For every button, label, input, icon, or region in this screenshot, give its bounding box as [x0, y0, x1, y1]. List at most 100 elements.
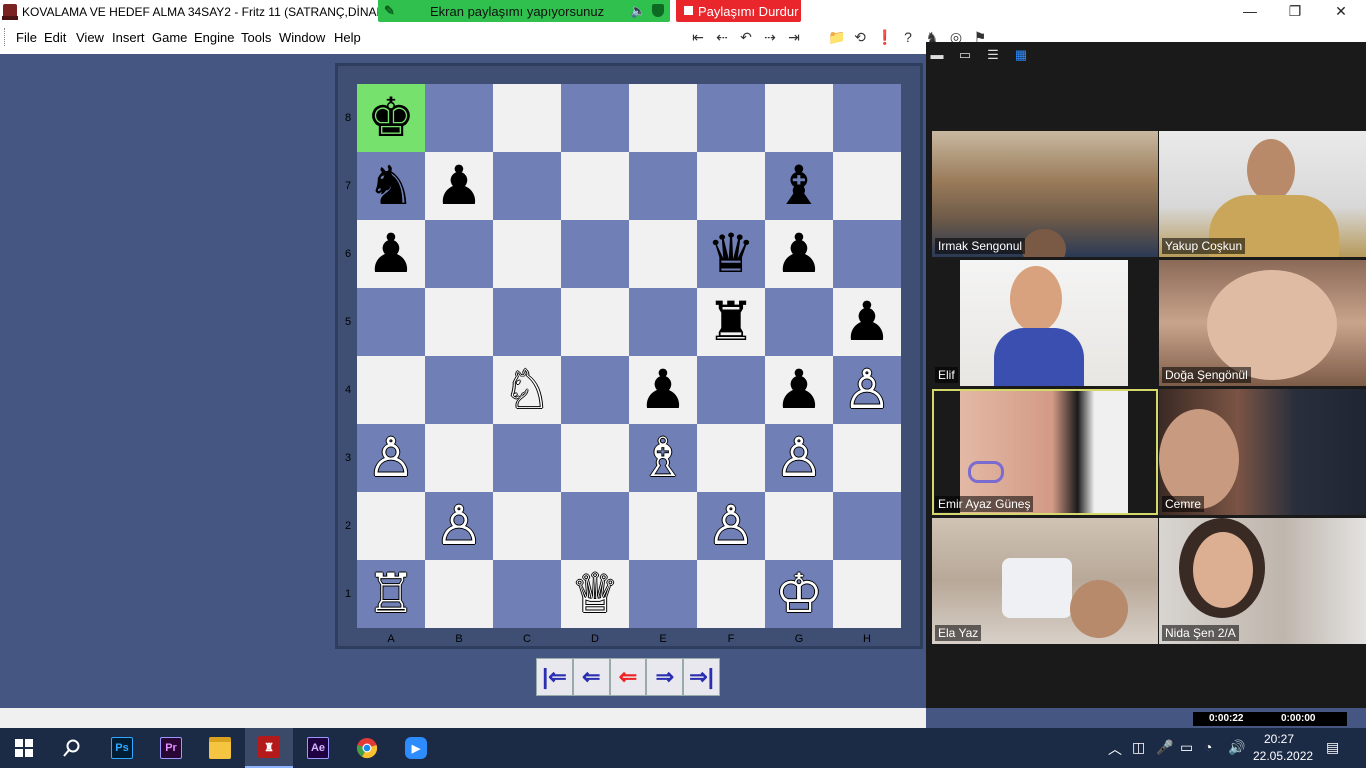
video-tile[interactable]: Elif: [932, 260, 1158, 386]
square-g2[interactable]: [765, 492, 833, 560]
square-e4[interactable]: ♟: [629, 356, 697, 424]
chess-piece[interactable]: ♚: [367, 91, 415, 145]
taskbar-chrome[interactable]: [343, 728, 391, 768]
go-start-button[interactable]: |⇐: [536, 658, 573, 696]
square-d6[interactable]: [561, 220, 629, 288]
taskbar-fritz[interactable]: ♜: [245, 728, 293, 768]
step-forward-button[interactable]: ⇒: [646, 658, 684, 696]
chess-piece[interactable]: ♘: [503, 363, 551, 417]
annotate-icon[interactable]: ✎: [384, 3, 396, 18]
square-h8[interactable]: [833, 84, 901, 152]
chess-piece[interactable]: ♙: [367, 431, 415, 485]
last-move-icon[interactable]: ⇥: [786, 29, 802, 45]
square-f6[interactable]: ♛: [697, 220, 765, 288]
back-icon[interactable]: ⇠: [714, 29, 730, 45]
square-f2[interactable]: ♙: [697, 492, 765, 560]
square-c7[interactable]: [493, 152, 561, 220]
minimize-button[interactable]: —: [1235, 2, 1265, 20]
square-e8[interactable]: [629, 84, 697, 152]
chess-piece[interactable]: ♛: [707, 227, 755, 281]
square-c6[interactable]: [493, 220, 561, 288]
square-d8[interactable]: [561, 84, 629, 152]
menu-game[interactable]: Game: [152, 30, 187, 45]
square-a7[interactable]: ♞: [357, 152, 425, 220]
close-button[interactable]: ✕: [1326, 2, 1356, 20]
video-tile[interactable]: Ela Yaz: [932, 518, 1158, 644]
chess-piece[interactable]: ♟: [775, 227, 823, 281]
square-c2[interactable]: [493, 492, 561, 560]
speaker-view-icon[interactable]: ▭: [958, 48, 972, 62]
chess-piece[interactable]: ♔: [775, 567, 823, 621]
video-tile[interactable]: Yakup Coşkun: [1159, 131, 1366, 257]
chess-piece[interactable]: ♝: [775, 159, 823, 213]
square-b5[interactable]: [425, 288, 493, 356]
menu-file[interactable]: File: [16, 30, 37, 45]
chess-piece[interactable]: ♗: [639, 431, 687, 485]
open-folder-icon[interactable]: 📁: [828, 29, 845, 45]
square-e7[interactable]: [629, 152, 697, 220]
taskbar-after-effects[interactable]: Ae: [294, 728, 342, 768]
video-tile-active-speaker[interactable]: Emir Ayaz Güneş: [932, 389, 1158, 515]
go-end-button[interactable]: ⇒|: [683, 658, 720, 696]
square-b4[interactable]: [425, 356, 493, 424]
taskbar-premiere[interactable]: Pr: [147, 728, 195, 768]
minimize-panel-icon[interactable]: ▬: [930, 48, 944, 62]
square-e5[interactable]: [629, 288, 697, 356]
start-button[interactable]: [0, 728, 48, 768]
alert-icon[interactable]: ❗: [876, 29, 893, 45]
maximize-button[interactable]: ❐: [1280, 2, 1310, 20]
square-e2[interactable]: [629, 492, 697, 560]
chess-piece[interactable]: ♜: [707, 295, 755, 349]
chess-piece[interactable]: ♙: [775, 431, 823, 485]
taskbar-photoshop[interactable]: Ps: [98, 728, 146, 768]
square-b1[interactable]: [425, 560, 493, 628]
square-g1[interactable]: ♔: [765, 560, 833, 628]
clock-date[interactable]: 22.05.2022: [1253, 749, 1313, 763]
square-b3[interactable]: [425, 424, 493, 492]
square-g6[interactable]: ♟: [765, 220, 833, 288]
security-shield-icon[interactable]: [652, 4, 664, 17]
square-d1[interactable]: ♕: [561, 560, 629, 628]
chess-piece[interactable]: ♟: [367, 227, 415, 281]
square-g4[interactable]: ♟: [765, 356, 833, 424]
square-e3[interactable]: ♗: [629, 424, 697, 492]
menu-tools[interactable]: Tools: [241, 30, 271, 45]
stop-share-button[interactable]: Paylaşımı Durdur: [676, 0, 801, 22]
menu-edit[interactable]: Edit: [44, 30, 66, 45]
square-f4[interactable]: [697, 356, 765, 424]
menu-view[interactable]: View: [76, 30, 104, 45]
square-b6[interactable]: [425, 220, 493, 288]
square-g3[interactable]: ♙: [765, 424, 833, 492]
notifications-icon[interactable]: ▤: [1326, 739, 1339, 756]
flip-board-icon[interactable]: ⟲: [852, 29, 868, 45]
taskbar-zoom[interactable]: ▶: [392, 728, 440, 768]
square-f7[interactable]: [697, 152, 765, 220]
tray-chevron-icon[interactable]: ︿: [1108, 739, 1122, 759]
help-question-icon[interactable]: ?: [900, 29, 916, 45]
chess-piece[interactable]: ♕: [571, 567, 619, 621]
chess-piece[interactable]: ♟: [843, 295, 891, 349]
square-d2[interactable]: [561, 492, 629, 560]
tray-wifi-icon[interactable]: ◔: [1204, 739, 1212, 755]
square-a2[interactable]: [357, 492, 425, 560]
square-d7[interactable]: [561, 152, 629, 220]
square-a6[interactable]: ♟: [357, 220, 425, 288]
tray-camera-icon[interactable]: ◫: [1132, 739, 1145, 756]
chess-piece[interactable]: ♙: [843, 363, 891, 417]
square-b8[interactable]: [425, 84, 493, 152]
menu-insert[interactable]: Insert: [112, 30, 145, 45]
square-c5[interactable]: [493, 288, 561, 356]
chess-piece[interactable]: ♙: [435, 499, 483, 553]
square-b2[interactable]: ♙: [425, 492, 493, 560]
square-h1[interactable]: [833, 560, 901, 628]
menu-engine[interactable]: Engine: [194, 30, 234, 45]
chess-piece[interactable]: ♟: [775, 363, 823, 417]
chess-piece[interactable]: ♙: [707, 499, 755, 553]
square-g7[interactable]: ♝: [765, 152, 833, 220]
square-h7[interactable]: [833, 152, 901, 220]
square-d5[interactable]: [561, 288, 629, 356]
square-a5[interactable]: [357, 288, 425, 356]
square-a4[interactable]: [357, 356, 425, 424]
square-d4[interactable]: [561, 356, 629, 424]
square-d3[interactable]: [561, 424, 629, 492]
